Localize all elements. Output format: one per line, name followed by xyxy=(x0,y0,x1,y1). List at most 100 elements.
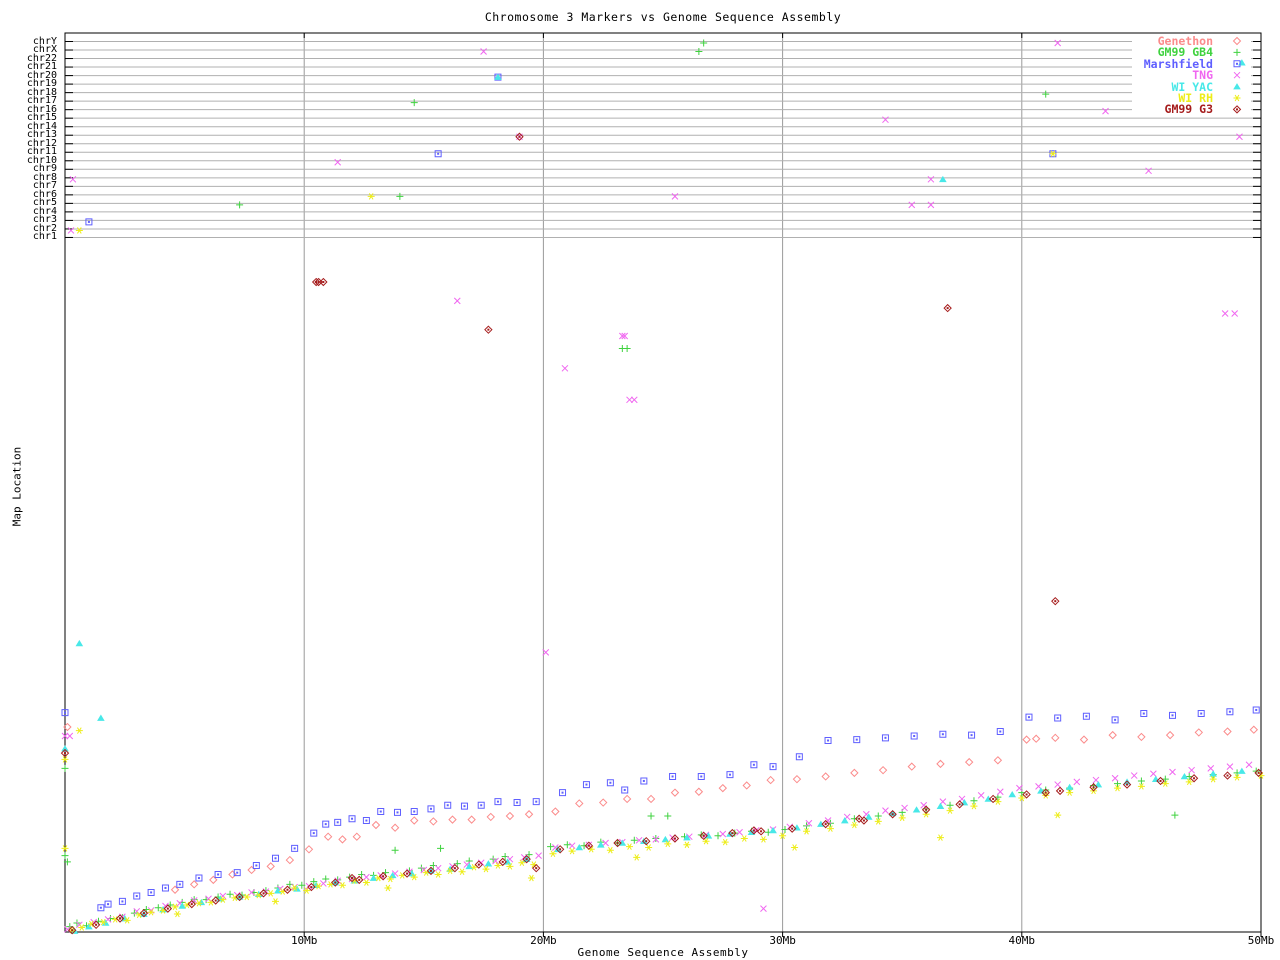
data-point xyxy=(506,813,513,820)
data-point xyxy=(435,151,441,157)
data-point xyxy=(1189,767,1195,773)
data-point xyxy=(1042,91,1049,98)
data-point xyxy=(851,769,858,776)
data-point xyxy=(670,773,676,779)
data-point xyxy=(1171,812,1178,819)
data-point xyxy=(174,911,181,917)
data-point xyxy=(363,818,369,824)
data-point xyxy=(902,805,908,811)
data-point xyxy=(1026,714,1032,720)
data-point xyxy=(722,839,729,845)
data-point xyxy=(633,854,640,860)
data-point xyxy=(325,833,332,840)
data-point xyxy=(86,219,92,225)
data-point xyxy=(272,855,278,861)
data-point xyxy=(921,802,927,808)
data-point xyxy=(562,365,568,371)
data-point xyxy=(236,201,243,208)
data-point xyxy=(1055,40,1061,46)
data-point xyxy=(1023,791,1030,798)
x-axis-label: Genome Sequence Assembly xyxy=(65,946,1261,959)
data-point xyxy=(372,822,379,829)
data-point xyxy=(552,808,559,815)
data-point xyxy=(791,844,798,850)
data-point xyxy=(320,880,326,886)
data-point xyxy=(76,640,84,646)
data-point xyxy=(1066,784,1074,790)
data-point xyxy=(854,737,860,743)
data-point xyxy=(1250,726,1257,733)
data-point xyxy=(311,830,317,836)
data-point xyxy=(937,835,944,841)
data-point xyxy=(648,795,655,802)
data-point xyxy=(1236,134,1242,140)
data-point xyxy=(368,193,375,199)
data-point xyxy=(851,815,858,822)
data-point xyxy=(1074,779,1080,785)
data-point xyxy=(533,865,540,872)
data-point xyxy=(928,176,934,182)
data-point xyxy=(1080,736,1087,743)
data-point xyxy=(683,842,690,848)
data-point xyxy=(1232,310,1238,316)
data-point xyxy=(997,729,1003,735)
data-point xyxy=(911,733,917,739)
data-point xyxy=(737,829,743,835)
data-point xyxy=(624,345,631,352)
data-point xyxy=(196,875,202,881)
data-point xyxy=(227,891,234,898)
data-point xyxy=(698,773,704,779)
data-point xyxy=(672,193,678,199)
data-point xyxy=(966,759,973,766)
data-point xyxy=(882,735,888,741)
data-point xyxy=(607,780,613,786)
data-point xyxy=(928,202,934,208)
plot-frame xyxy=(65,33,1261,932)
data-point xyxy=(478,802,484,808)
data-point xyxy=(560,790,566,796)
data-point xyxy=(1224,772,1231,779)
data-point xyxy=(760,836,767,842)
data-point xyxy=(272,898,279,904)
data-point xyxy=(1169,712,1175,718)
data-point xyxy=(191,881,198,888)
data-point xyxy=(392,824,399,831)
data-point xyxy=(392,847,399,854)
data-point xyxy=(430,818,437,825)
data-point xyxy=(1055,715,1061,721)
data-point xyxy=(751,762,757,768)
data-point xyxy=(411,99,418,106)
data-point xyxy=(1169,769,1175,775)
data-point xyxy=(664,813,671,820)
data-point xyxy=(67,733,73,739)
data-point xyxy=(1023,736,1030,743)
data-point xyxy=(61,745,69,751)
data-point xyxy=(1167,732,1174,739)
data-point xyxy=(97,715,105,721)
data-point xyxy=(485,860,493,866)
data-point xyxy=(229,871,236,878)
data-point xyxy=(320,279,327,286)
data-point xyxy=(1112,775,1118,781)
data-point xyxy=(1112,717,1118,723)
data-point xyxy=(148,889,154,895)
data-point xyxy=(825,738,831,744)
y-axis-chromosome-label: chr1 xyxy=(1,232,57,242)
data-point xyxy=(267,890,274,896)
data-point xyxy=(720,831,726,837)
data-point xyxy=(481,49,487,55)
data-point xyxy=(583,782,589,788)
data-point xyxy=(428,806,434,812)
data-point xyxy=(459,869,466,875)
data-point xyxy=(1138,777,1145,784)
data-point xyxy=(695,48,702,55)
data-point xyxy=(1191,775,1198,782)
data-point xyxy=(969,732,975,738)
data-point xyxy=(76,227,83,233)
data-point xyxy=(1141,711,1147,717)
data-point xyxy=(944,305,951,312)
data-point xyxy=(875,813,882,820)
data-point xyxy=(485,326,492,333)
data-point xyxy=(769,827,777,833)
data-point xyxy=(335,819,341,825)
